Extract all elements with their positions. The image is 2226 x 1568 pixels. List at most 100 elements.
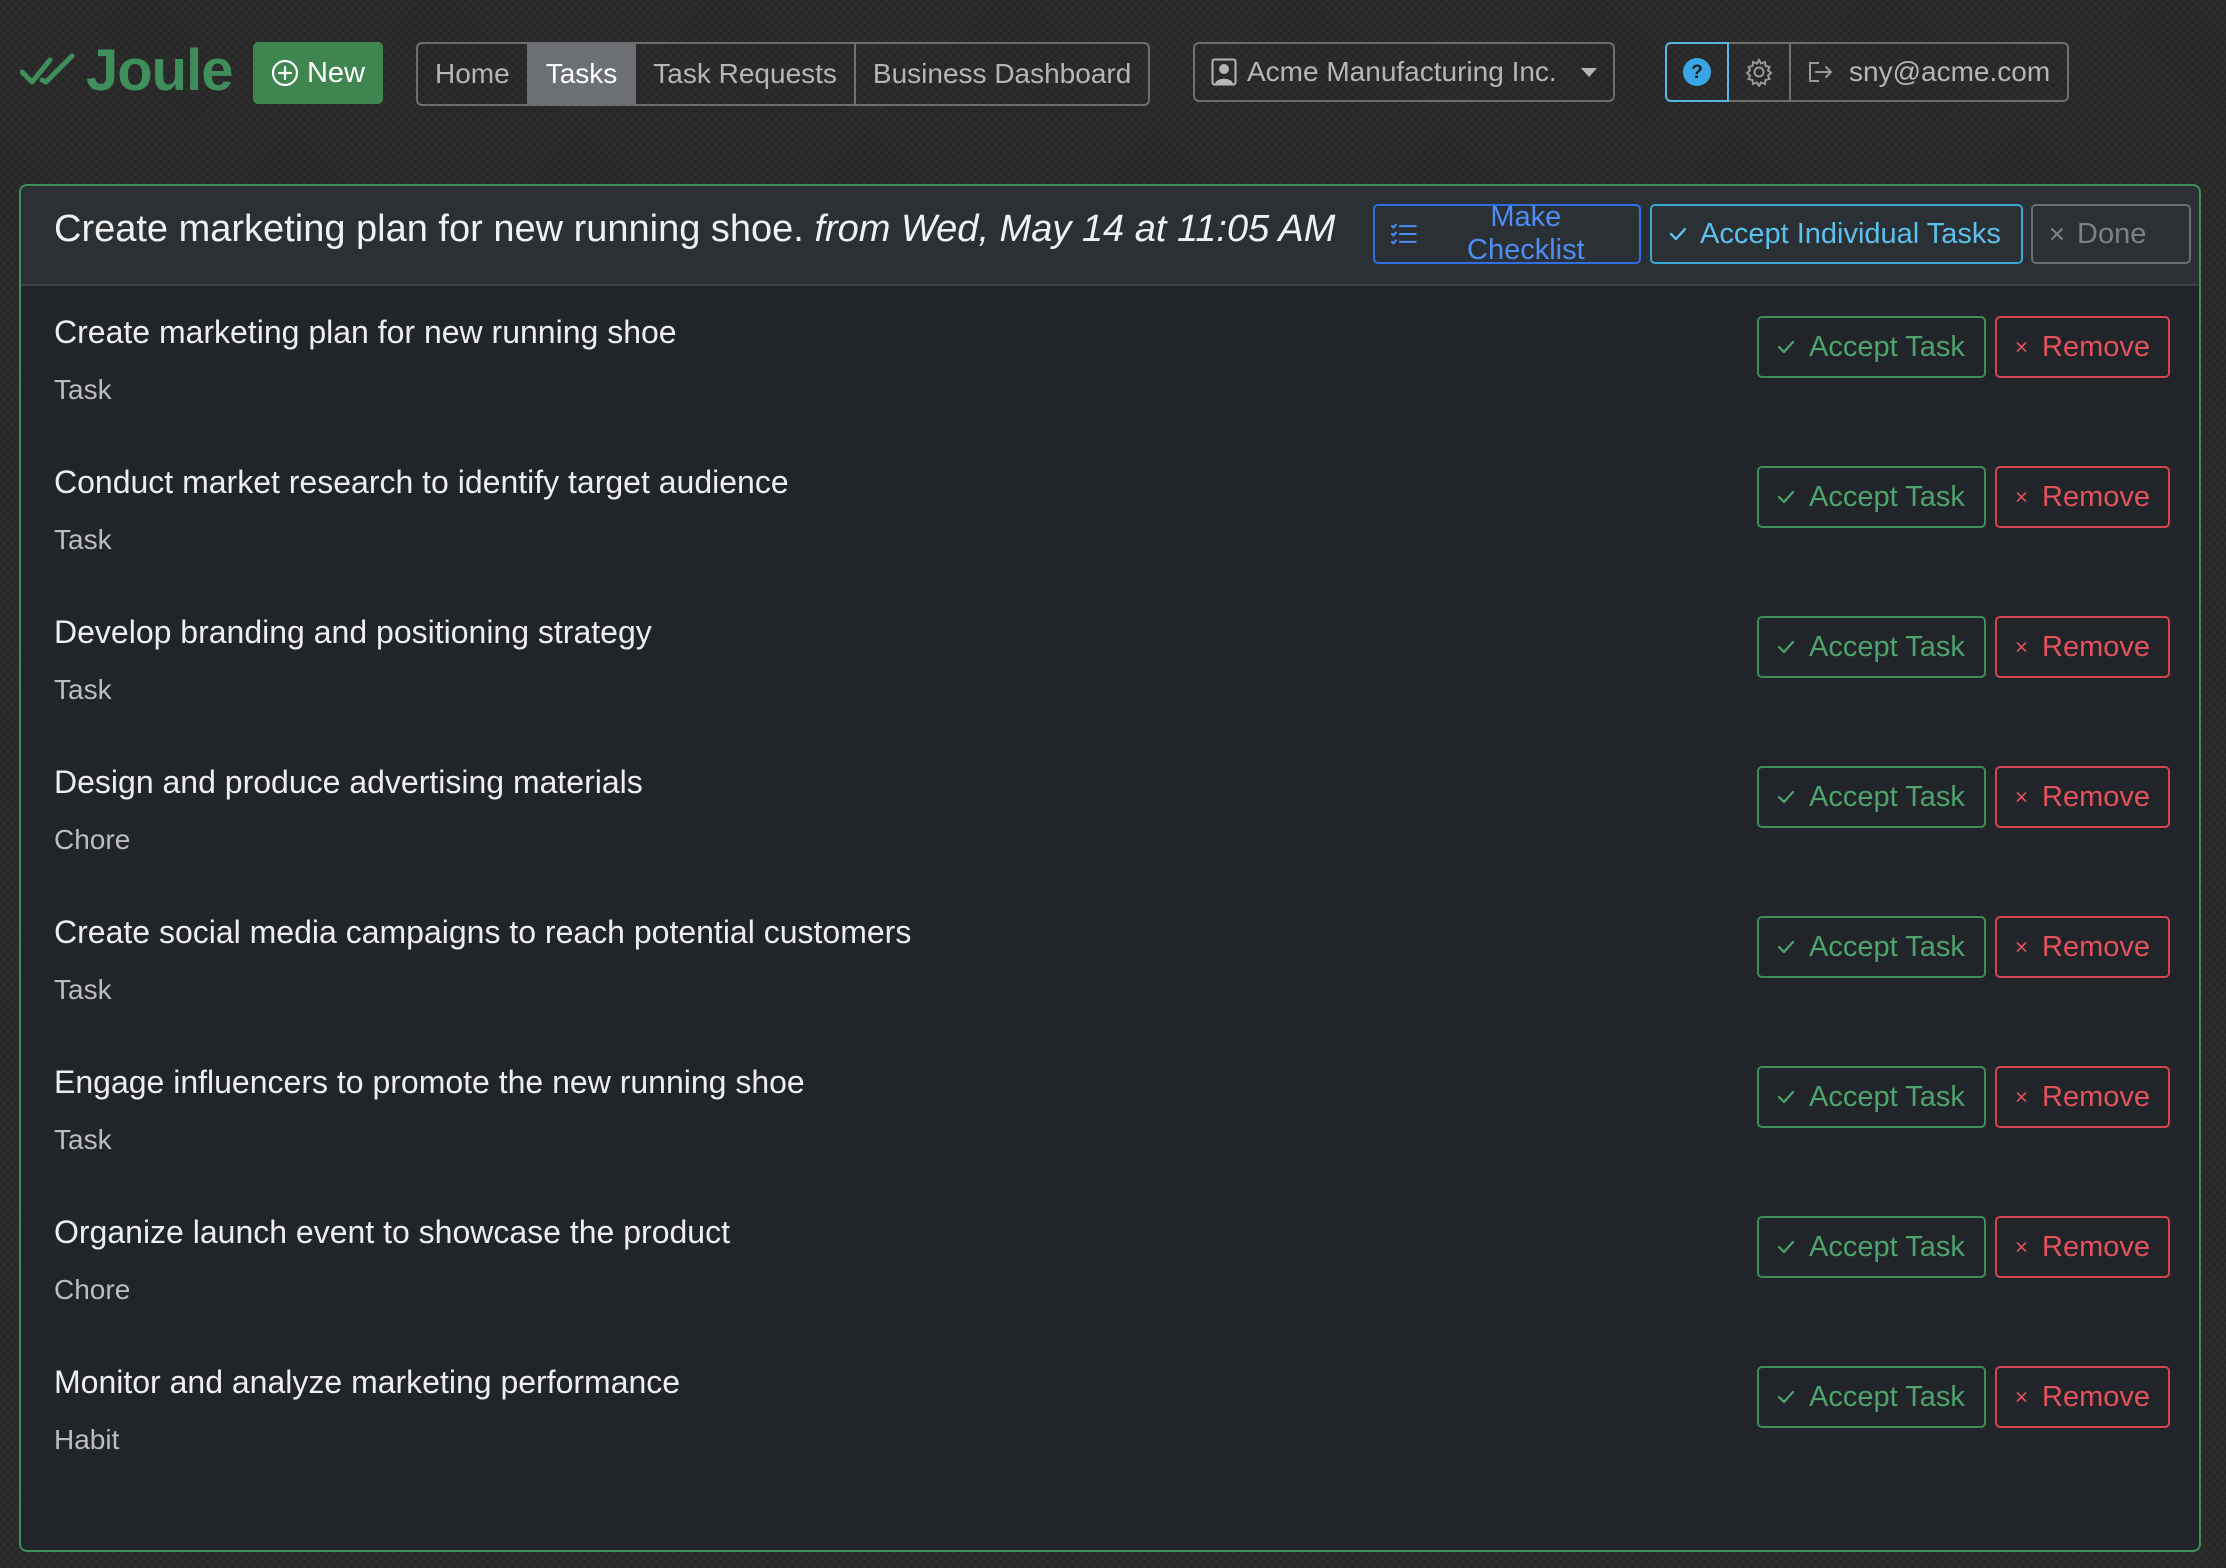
accept-task-label: Accept Task <box>1809 930 1965 963</box>
check-icon <box>1777 1240 1795 1254</box>
remove-task-button[interactable]: Remove <box>1995 466 2170 528</box>
remove-task-label: Remove <box>2042 1380 2150 1413</box>
accept-task-button[interactable]: Accept Task <box>1757 616 1986 678</box>
accept-task-button[interactable]: Accept Task <box>1757 316 1986 378</box>
box-arrow-right-icon <box>1809 62 1832 82</box>
question-circle-icon: ? <box>1683 58 1711 86</box>
user-menu: ? sny@acme.com <box>1665 42 2070 102</box>
nav-home[interactable]: Home <box>418 44 529 104</box>
task-row: Organize launch event to showcase the pr… <box>21 1186 2199 1336</box>
nav-task-requests[interactable]: Task Requests <box>636 44 856 104</box>
check-icon <box>1669 227 1687 241</box>
remove-task-label: Remove <box>2042 330 2150 363</box>
accept-task-label: Accept Task <box>1809 1230 1965 1263</box>
task-type: Task <box>54 524 112 555</box>
organization-select[interactable]: Acme Manufacturing Inc. <box>1193 42 1615 102</box>
close-icon <box>2051 228 2063 240</box>
task-title: Create social media campaigns to reach p… <box>54 914 912 950</box>
task-row: Design and produce advertising materials… <box>21 736 2199 886</box>
remove-task-label: Remove <box>2042 480 2150 513</box>
close-icon <box>2016 792 2027 802</box>
remove-task-button[interactable]: Remove <box>1995 916 2170 978</box>
request-title-text: Create marketing plan for new running sh… <box>54 208 804 250</box>
gear-icon <box>1745 57 1773 87</box>
remove-task-label: Remove <box>2042 1080 2150 1113</box>
accept-task-button[interactable]: Accept Task <box>1757 1366 1986 1428</box>
done-label: Done <box>2077 217 2147 250</box>
close-icon <box>2016 492 2027 502</box>
remove-task-button[interactable]: Remove <box>1995 616 2170 678</box>
remove-task-button[interactable]: Remove <box>1995 1216 2170 1278</box>
accept-task-label: Accept Task <box>1809 1080 1965 1113</box>
accept-task-label: Accept Task <box>1809 1380 1965 1413</box>
new-button[interactable]: New <box>253 42 383 104</box>
brand-logo[interactable]: Joule <box>20 30 233 110</box>
close-icon <box>2016 1092 2027 1102</box>
remove-task-button[interactable]: Remove <box>1995 766 2170 828</box>
task-row: Conduct market research to identify targ… <box>21 436 2199 586</box>
close-icon <box>2016 1242 2027 1252</box>
accept-task-button[interactable]: Accept Task <box>1757 916 1986 978</box>
task-type: Chore <box>54 1274 131 1305</box>
task-row: Create marketing plan for new running sh… <box>21 286 2199 436</box>
user-square-icon <box>1211 58 1237 86</box>
close-icon <box>2016 942 2027 952</box>
close-icon <box>2016 1392 2027 1402</box>
organization-name: Acme Manufacturing Inc. <box>1247 56 1557 87</box>
plus-circle-icon <box>271 59 299 87</box>
user-email: sny@acme.com <box>1849 56 2051 87</box>
help-button[interactable]: ? <box>1665 42 1729 102</box>
accept-task-button[interactable]: Accept Task <box>1757 466 1986 528</box>
remove-task-label: Remove <box>2042 1230 2150 1263</box>
accept-task-label: Accept Task <box>1809 480 1965 513</box>
accept-task-button[interactable]: Accept Task <box>1757 766 1986 828</box>
make-checklist-label: Make Checklist <box>1467 201 1585 266</box>
accept-task-label: Accept Task <box>1809 780 1965 813</box>
check-icon <box>1777 1390 1795 1404</box>
remove-task-button[interactable]: Remove <box>1995 1066 2170 1128</box>
accept-task-label: Accept Task <box>1809 330 1965 363</box>
check-icon <box>1777 640 1795 654</box>
accept-task-button[interactable]: Accept Task <box>1757 1216 1986 1278</box>
main-nav: Home Tasks Task Requests Business Dashbo… <box>416 42 1151 106</box>
check-icon <box>1777 1090 1795 1104</box>
task-type: Task <box>54 674 112 705</box>
settings-button[interactable] <box>1729 42 1791 102</box>
task-type: Habit <box>54 1424 120 1455</box>
check-icon <box>1777 340 1795 354</box>
new-button-label: New <box>306 56 365 89</box>
list-check-icon <box>1391 223 1417 245</box>
remove-task-label: Remove <box>2042 630 2150 663</box>
accept-individual-tasks-label: Accept Individual Tasks <box>1700 217 2001 250</box>
accept-task-button[interactable]: Accept Task <box>1757 1066 1986 1128</box>
remove-task-button[interactable]: Remove <box>1995 316 2170 378</box>
accept-task-label: Accept Task <box>1809 630 1965 663</box>
nav-tasks[interactable]: Tasks <box>528 44 637 104</box>
make-checklist-button[interactable]: Make Checklist <box>1373 201 1641 266</box>
check-icon <box>1777 790 1795 804</box>
done-button[interactable]: Done <box>2031 204 2191 264</box>
remove-task-button[interactable]: Remove <box>1995 1366 2170 1428</box>
task-type: Task <box>54 374 112 405</box>
accept-individual-tasks-button[interactable]: Accept Individual Tasks <box>1650 204 2023 264</box>
svg-text:?: ? <box>1691 62 1703 83</box>
top-navbar: Joule New Home Tasks Task Requests Busin… <box>0 0 2226 146</box>
request-title: Create marketing plan for new running sh… <box>54 208 1335 251</box>
task-type: Task <box>54 1124 112 1155</box>
check-icon <box>1777 940 1795 954</box>
task-type: Task <box>54 974 112 1005</box>
close-icon <box>2016 342 2027 352</box>
task-row: Engage influencers to promote the new ru… <box>21 1036 2199 1186</box>
remove-task-label: Remove <box>2042 780 2150 813</box>
task-title: Conduct market research to identify targ… <box>54 464 789 500</box>
check-icon <box>1777 490 1795 504</box>
task-title: Design and produce advertising materials <box>54 764 643 800</box>
task-row: Create social media campaigns to reach p… <box>21 886 2199 1036</box>
close-icon <box>2016 642 2027 652</box>
task-title: Develop branding and positioning strateg… <box>54 614 652 650</box>
remove-task-label: Remove <box>2042 930 2150 963</box>
task-row: Monitor and analyze marketing performanc… <box>21 1336 2199 1486</box>
logout-button[interactable]: sny@acme.com <box>1791 42 2070 102</box>
nav-business-dashboard[interactable]: Business Dashboard <box>856 44 1148 104</box>
task-title: Monitor and analyze marketing performanc… <box>54 1364 681 1400</box>
